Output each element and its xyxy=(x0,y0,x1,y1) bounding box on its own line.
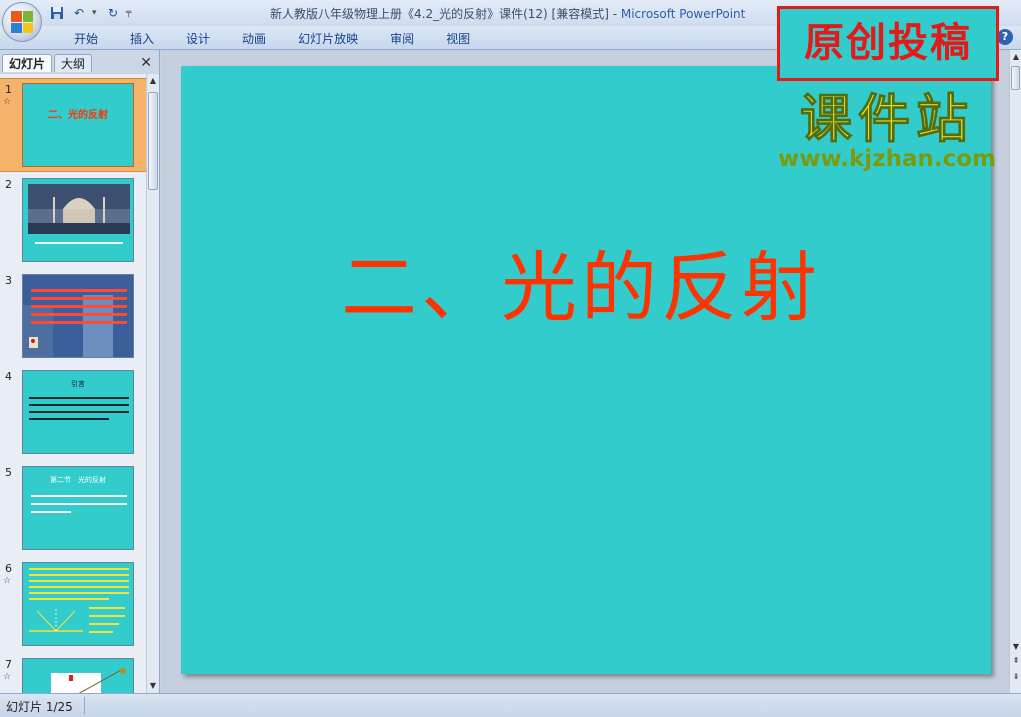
slide-thumbnail-1[interactable]: 1 ☆ 二、光的反射 xyxy=(0,78,146,172)
site-url-watermark: www.kjzhan.com xyxy=(778,146,996,172)
window-title: 新人教版八年级物理上册《4.2_光的反射》课件(12) [兼容模式] - Mic… xyxy=(270,5,745,22)
quick-access-toolbar: ↶ ▾ ↻ ╤ xyxy=(48,4,134,22)
site-watermark: 课件站 xyxy=(799,90,974,150)
original-submission-stamp: 原创投稿 xyxy=(777,6,999,81)
tab-slides[interactable]: 幻灯片 xyxy=(2,54,53,72)
scrollbar-thumb[interactable] xyxy=(148,92,158,190)
next-slide-icon[interactable]: ⇟ xyxy=(1011,672,1021,681)
slide-number: 6 xyxy=(5,562,12,575)
slide-number: 7 xyxy=(5,658,12,671)
tab-design[interactable]: 设计 xyxy=(170,30,226,48)
customize-toolbar-icon[interactable]: ╤ xyxy=(126,6,134,20)
close-pane-icon[interactable]: ✕ xyxy=(140,55,152,71)
thumbnail-image xyxy=(22,562,134,646)
status-divider xyxy=(84,697,85,714)
redo-icon[interactable]: ↻ xyxy=(104,4,122,22)
slide-title[interactable]: 二、光的反射 xyxy=(181,226,981,336)
slide-counter: 幻灯片 1/25 xyxy=(6,700,73,714)
slide-thumbnails: 1 ☆ 二、光的反射 2 3 4 引言 5 第二节 光的反射 6 ☆ 7 ☆ xyxy=(0,74,146,693)
thumbnail-image: 引言 xyxy=(22,370,134,454)
thumbnail-image: 二、光的反射 xyxy=(22,83,134,167)
slide-thumbnail-4[interactable]: 4 引言 xyxy=(0,366,146,460)
slide-number: 4 xyxy=(5,370,12,383)
tab-outline[interactable]: 大纲 xyxy=(54,54,93,72)
ribbon-tabs: 开始 插入 设计 动画 幻灯片放映 审阅 视图 xyxy=(58,30,486,48)
tab-insert[interactable]: 插入 xyxy=(114,30,170,48)
scroll-down-icon[interactable]: ▼ xyxy=(1011,642,1021,651)
tab-slideshow[interactable]: 幻灯片放映 xyxy=(282,30,374,48)
previous-slide-icon[interactable]: ⇞ xyxy=(1011,656,1021,665)
animation-star-icon: ☆ xyxy=(3,672,12,682)
scroll-up-icon[interactable]: ▲ xyxy=(1011,52,1021,61)
office-logo-icon xyxy=(11,11,33,33)
scroll-down-icon[interactable]: ▼ xyxy=(147,679,159,693)
undo-dropdown-icon[interactable]: ▾ xyxy=(92,6,100,20)
app-name: Microsoft PowerPoint xyxy=(620,7,746,21)
thumbnail-image xyxy=(22,274,134,358)
slide-number: 5 xyxy=(5,466,12,479)
animation-star-icon: ☆ xyxy=(3,97,12,107)
slide-thumbnail-3[interactable]: 3 xyxy=(0,270,146,364)
thumbnail-title: 二、光的反射 xyxy=(48,110,108,121)
undo-icon[interactable]: ↶ xyxy=(70,4,88,22)
slide-number: 1 xyxy=(5,83,12,96)
scrollbar-thumb[interactable] xyxy=(1011,66,1020,90)
scroll-up-icon[interactable]: ▲ xyxy=(147,74,159,88)
slide-thumbnail-6[interactable]: 6 ☆ xyxy=(0,558,146,652)
thumbnail-image xyxy=(22,658,134,693)
animation-star-icon: ☆ xyxy=(3,576,12,586)
slides-pane: 幻灯片 大纲 ✕ 1 ☆ 二、光的反射 2 3 4 引言 5 第二节 光的反射 … xyxy=(0,50,160,693)
slide-thumbnail-5[interactable]: 5 第二节 光的反射 xyxy=(0,462,146,556)
tab-view[interactable]: 视图 xyxy=(430,30,486,48)
thumbnails-scrollbar[interactable]: ▲ ▼ xyxy=(146,74,159,693)
status-bar: 幻灯片 1/25 xyxy=(0,693,1021,717)
slide-number: 3 xyxy=(5,274,12,287)
help-icon[interactable]: ? xyxy=(997,29,1013,45)
editor-scrollbar[interactable]: ▲ ▼ ⇞ ⇟ xyxy=(1009,50,1021,693)
slide-thumbnail-2[interactable]: 2 xyxy=(0,174,146,268)
tab-animations[interactable]: 动画 xyxy=(226,30,282,48)
thumbnail-image xyxy=(22,178,134,262)
thumbnail-image: 第二节 光的反射 xyxy=(22,466,134,550)
save-icon[interactable] xyxy=(48,4,66,22)
pane-tabs: 幻灯片 大纲 ✕ xyxy=(0,52,158,72)
tab-review[interactable]: 审阅 xyxy=(374,30,430,48)
slide-thumbnail-7[interactable]: 7 ☆ xyxy=(0,654,146,693)
tab-home[interactable]: 开始 xyxy=(58,30,114,48)
slide-number: 2 xyxy=(5,178,12,191)
document-title: 新人教版八年级物理上册《4.2_光的反射》课件(12) [兼容模式] - xyxy=(270,7,621,21)
office-button[interactable] xyxy=(2,2,42,42)
